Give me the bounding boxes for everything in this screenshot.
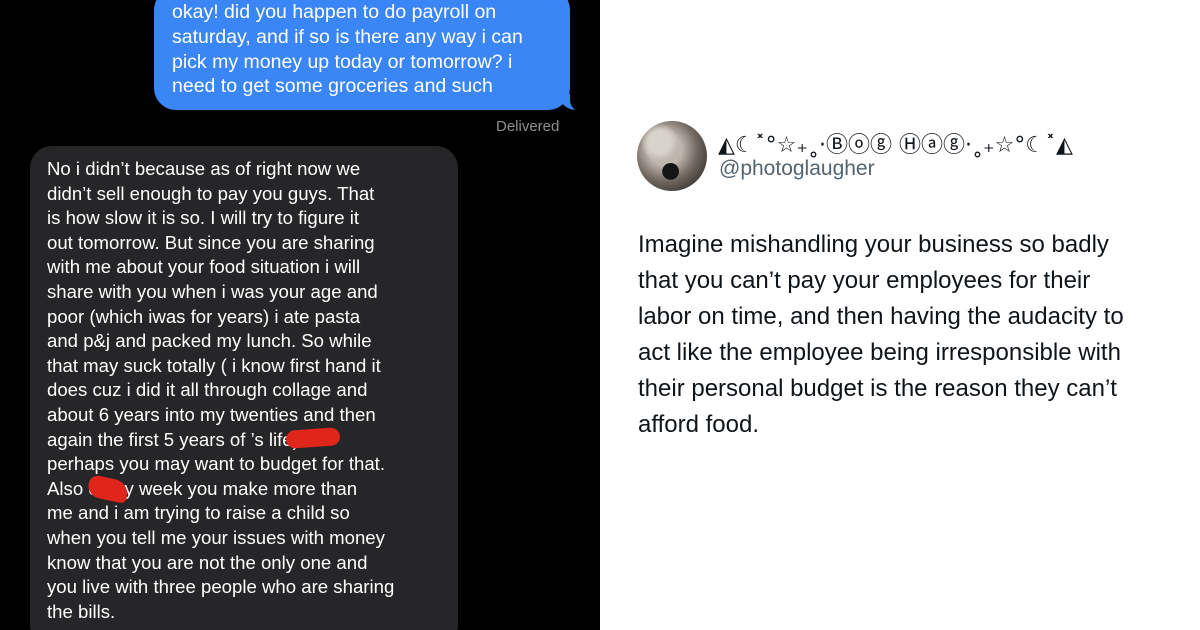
tweet-line: Imagine mishandling your business so bad… bbox=[638, 231, 1109, 258]
imessage-screenshot: okay! did you happen to do payroll on sa… bbox=[0, 0, 600, 630]
incoming-line: poor (which iwas for years) i ate pasta bbox=[47, 305, 361, 327]
outgoing-line: saturday, and if so is there any way i c… bbox=[172, 25, 523, 48]
display-name[interactable]: ◭☾˟°☆₊˳·Ⓑⓞⓖ Ⓗⓐⓖ·˳₊☆°☾˟◭ bbox=[718, 127, 1073, 159]
outgoing-line: okay! did you happen to do payroll on bbox=[172, 1, 497, 23]
redaction-mark bbox=[285, 427, 341, 449]
avatar[interactable] bbox=[637, 121, 707, 191]
incoming-line: share with you when i was your age and bbox=[47, 280, 378, 302]
incoming-line: No i didn’t because as of right now we bbox=[47, 158, 361, 179]
incoming-message-bubble[interactable]: No i didn’t because as of right now we d… bbox=[30, 146, 458, 630]
incoming-line: didn’t sell enough to pay you guys. That bbox=[47, 182, 375, 204]
incoming-line: perhaps you may want to budget for that. bbox=[47, 453, 385, 475]
incoming-line: when you tell me your issues with money bbox=[47, 526, 385, 548]
tweet-line: labor on time, and then having the audac… bbox=[638, 303, 1124, 330]
incoming-line: that may suck totally ( i know first han… bbox=[47, 354, 381, 376]
tweet-card: ◭☾˟°☆₊˳·Ⓑⓞⓖ Ⓗⓐⓖ·˳₊☆°☾˟◭ @photoglaugher I… bbox=[600, 0, 1200, 630]
user-handle[interactable]: @photoglaugher bbox=[719, 157, 875, 181]
incoming-line: with me about your food situation i will bbox=[47, 256, 361, 278]
incoming-line: again the first 5 years of ’s life) bbox=[47, 428, 299, 450]
tweet-line: their personal budget is the reason they… bbox=[638, 375, 1117, 402]
tweet-line: that you can’t pay your employees for th… bbox=[638, 267, 1091, 294]
incoming-line: me and i am trying to raise a child so bbox=[47, 502, 350, 524]
delivery-status: Delivered bbox=[496, 118, 560, 135]
incoming-line: out tomorrow. But since you are sharing bbox=[47, 231, 375, 253]
composite-image: okay! did you happen to do payroll on sa… bbox=[0, 0, 1200, 630]
incoming-line: about 6 years into my twenties and then bbox=[47, 403, 376, 425]
tweet-line: act like the employee being irresponsibl… bbox=[638, 339, 1121, 366]
incoming-line: you live with three people who are shari… bbox=[47, 576, 395, 598]
outgoing-message-bubble[interactable]: okay! did you happen to do payroll on sa… bbox=[154, 0, 570, 110]
tweet-line: afford food. bbox=[638, 411, 759, 438]
outgoing-line: pick my money up today or tomorrow? i bbox=[172, 50, 513, 73]
outgoing-line: need to get some groceries and such bbox=[172, 75, 493, 98]
incoming-line: is how slow it is so. I will try to figu… bbox=[47, 207, 360, 229]
incoming-line: does cuz i did it all through collage an… bbox=[47, 379, 368, 401]
incoming-line: and p&j and packed my lunch. So while bbox=[47, 330, 372, 352]
incoming-line: the bills. bbox=[47, 600, 116, 622]
tweet-text: Imagine mishandling your business so bad… bbox=[638, 227, 1186, 443]
incoming-line: know that you are not the only one and bbox=[47, 551, 368, 573]
